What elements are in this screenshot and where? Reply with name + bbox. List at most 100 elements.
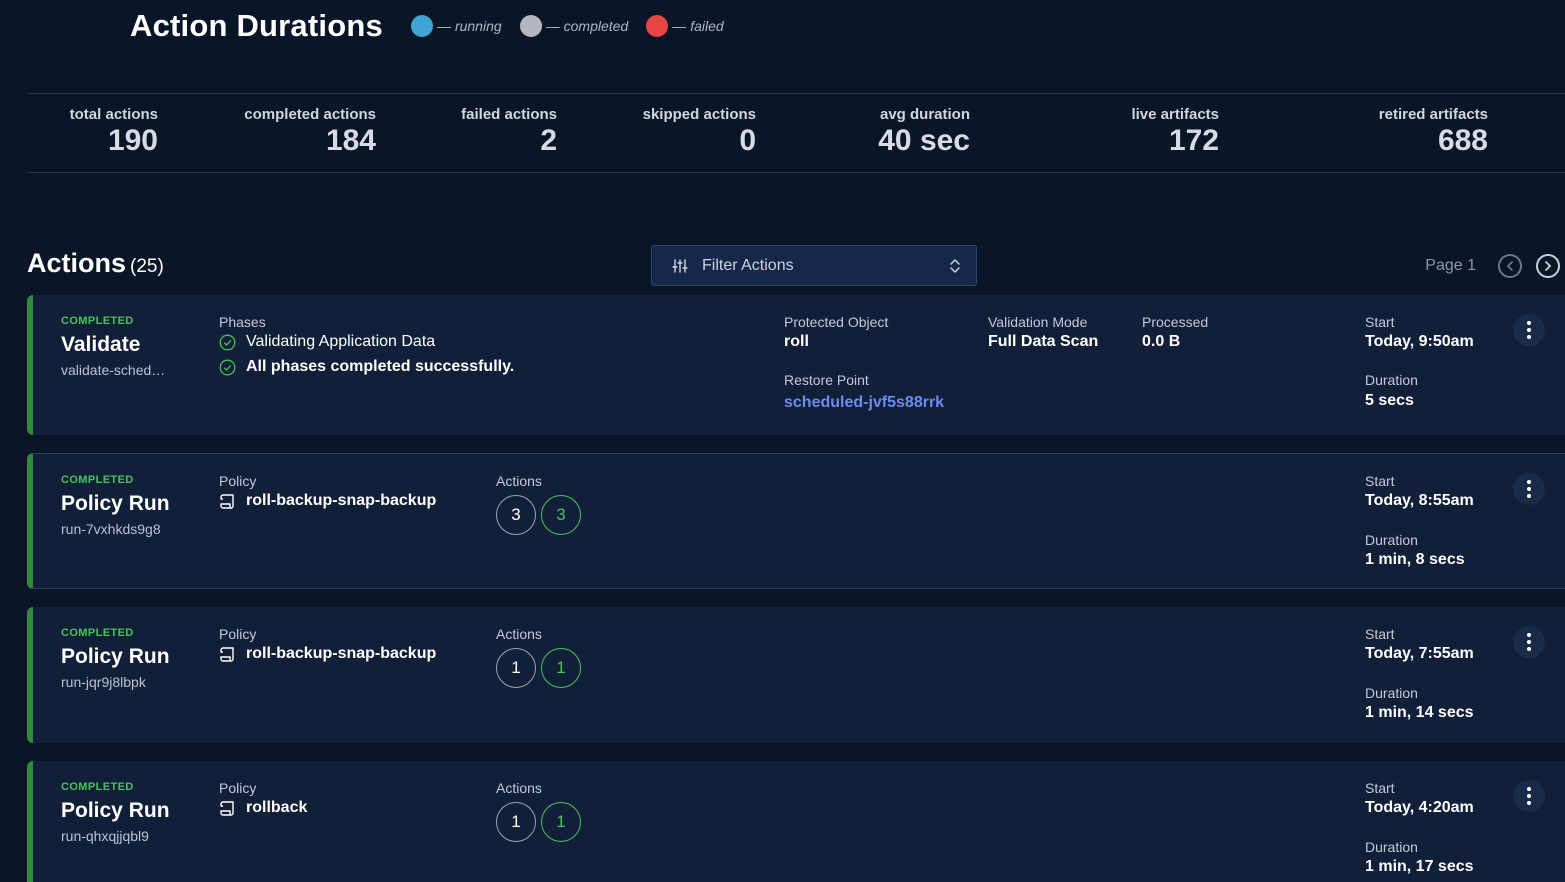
phases-label: Phases [219,314,266,330]
action-id: run-qhxqjjqbl9 [61,828,149,844]
more-options-button[interactable] [1513,473,1545,505]
action-name: Policy Run [61,645,170,668]
actions-completed-count: 1 [541,648,581,688]
policy-value: roll-backup-snap-backup [219,645,436,663]
duration-label: Duration [1365,532,1418,548]
completed-dot-icon [519,15,542,37]
stats-bar: total actions 190 completed actions 184 … [27,93,1565,173]
action-name: Policy Run [61,799,170,822]
action-card-policy-run[interactable]: COMPLETED Policy Run run-qhxqjjqbl9 Poli… [27,761,1565,882]
kebab-menu-icon [1527,633,1531,651]
actions-title: Actions (25) [27,248,164,278]
kebab-menu-icon [1527,480,1531,498]
start-value: Today, 4:20am [1365,799,1474,816]
chevron-left-icon [1506,261,1513,271]
scroll-icon [220,800,234,816]
actions-total-count: 1 [496,802,536,842]
start-label: Start [1365,626,1395,642]
check-circle-icon [219,334,236,350]
more-options-button[interactable] [1513,626,1545,658]
actions-total-count: 3 [496,495,536,535]
status-badge: COMPLETED [61,474,134,486]
next-page-button[interactable] [1536,254,1560,278]
actions-label: Actions [496,626,542,642]
stat-failed-actions: failed actions 2 [461,106,557,157]
phase-item: Validating Application Data [219,333,435,351]
legend-label: failed [690,18,724,34]
duration-label: Duration [1365,372,1418,388]
page-title: Action Durations [130,8,383,43]
action-id: run-7vxhkds9g8 [61,521,161,537]
legend-item-running: — running [410,15,502,37]
failed-dot-icon [646,15,669,37]
policy-value: rollback [219,799,307,817]
kebab-menu-icon [1527,321,1531,339]
stat-live-artifacts: live artifacts 172 [1131,106,1219,157]
start-label: Start [1365,314,1395,330]
more-options-button[interactable] [1513,780,1545,812]
start-value: Today, 8:55am [1365,492,1474,509]
start-value: Today, 9:50am [1365,333,1474,350]
policy-label: Policy [219,473,257,489]
processed-value: 0.0 B [1142,333,1181,350]
actions-label: Actions [496,780,542,796]
scroll-icon [220,646,234,662]
actions-completed-count: 1 [541,802,581,842]
prev-page-button[interactable] [1498,254,1522,278]
legend-label: running [454,18,502,34]
more-options-button[interactable] [1513,314,1545,346]
duration-label: Duration [1365,685,1418,701]
policy-value: roll-backup-snap-backup [219,492,436,510]
protected-object-label: Protected Object [784,314,889,330]
scroll-icon [220,493,234,509]
chevron-right-icon [1545,261,1552,271]
duration-label: Duration [1365,839,1418,855]
legend: — running — completed — failed [410,15,742,37]
duration-value: 1 min, 17 secs [1365,858,1474,875]
actions-completed-count: 3 [541,495,581,535]
stat-avg-duration: avg duration 40 sec [878,106,970,157]
start-label: Start [1365,780,1395,796]
action-name: Validate [61,333,141,356]
chevron-up-down-icon [950,259,960,273]
start-value: Today, 7:55am [1365,645,1474,662]
action-id: validate-scheduled [61,362,171,378]
validation-mode-label: Validation Mode [988,314,1088,330]
duration-value: 1 min, 8 secs [1365,551,1465,568]
stat-retired-artifacts: retired artifacts 688 [1378,106,1488,157]
actions-count: (25) [130,256,164,277]
policy-label: Policy [219,780,257,796]
action-card-policy-run[interactable]: COMPLETED Policy Run run-jqr9j8lbpk Poli… [27,607,1565,743]
stat-skipped-actions: skipped actions 0 [642,106,756,157]
protected-object-value: roll [784,333,809,350]
running-dot-icon [410,15,433,37]
page-label: Page 1 [1425,257,1476,274]
stat-completed-actions: completed actions 184 [244,106,376,157]
action-card-validate[interactable]: COMPLETED Validate validate-scheduled Ph… [27,295,1565,435]
restore-point-label: Restore Point [784,372,869,388]
pagination: Page 1 [1425,254,1560,278]
filter-actions-select[interactable]: Filter Actions [651,245,977,286]
stat-total-actions: total actions 190 [69,106,158,157]
restore-point-link[interactable]: scheduled-jvf5s88rrk [784,394,944,412]
action-card-policy-run[interactable]: COMPLETED Policy Run run-7vxhkds9g8 Poli… [27,453,1565,589]
kebab-menu-icon [1527,787,1531,805]
status-badge: COMPLETED [61,315,134,327]
processed-label: Processed [1142,314,1209,330]
status-badge: COMPLETED [61,781,134,793]
actions-total-count: 1 [496,648,536,688]
status-badge: COMPLETED [61,627,134,639]
validation-mode-value: Full Data Scan [988,333,1099,350]
action-name: Policy Run [61,492,170,515]
check-circle-icon [219,359,236,375]
policy-label: Policy [219,626,257,642]
actions-label: Actions [496,473,542,489]
filter-actions-label: Filter Actions [702,256,794,274]
phase-item: All phases completed successfully. [219,358,514,376]
duration-value: 5 secs [1365,392,1414,409]
start-label: Start [1365,473,1395,489]
duration-value: 1 min, 14 secs [1365,704,1474,721]
legend-label: completed [563,18,629,34]
action-id: run-jqr9j8lbpk [61,674,146,690]
legend-item-failed: — failed [646,15,724,37]
